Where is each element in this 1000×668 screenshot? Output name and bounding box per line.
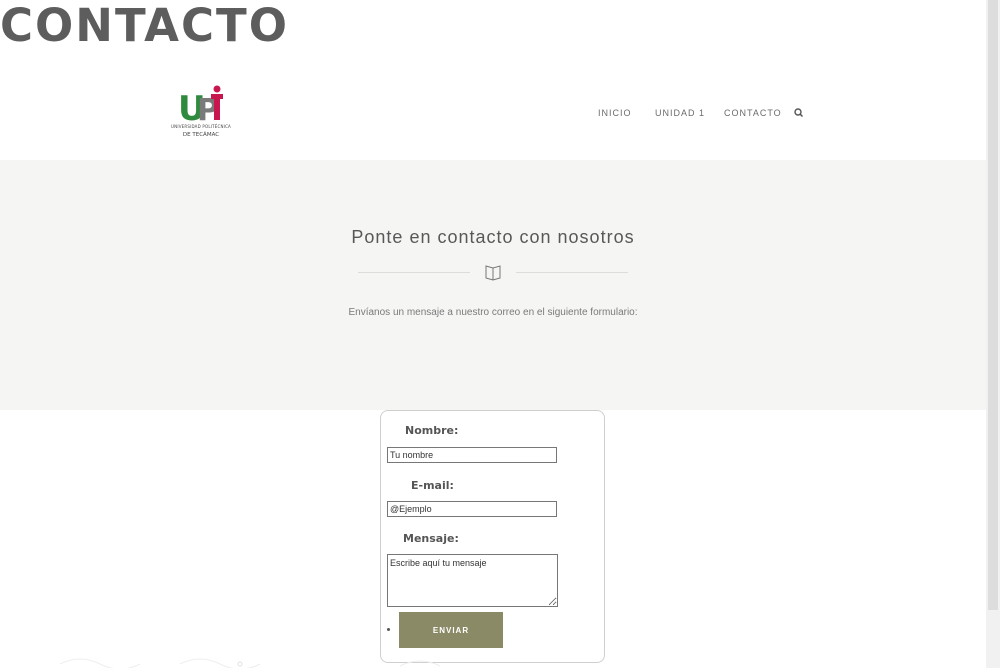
name-field[interactable] [387,447,557,463]
message-field[interactable] [387,554,558,607]
scrollbar-thumb[interactable] [988,0,998,610]
book-icon [484,263,502,281]
scrollbar[interactable] [986,0,1000,668]
upt-logo-mark: U P [178,85,223,124]
send-button[interactable]: ENVIAR [399,612,503,648]
hero-title: Ponte en contacto con nosotros [351,227,635,247]
nav-item-inicio[interactable]: INICIO [598,108,632,118]
divider-right [516,272,628,273]
message-label: Mensaje: [403,532,459,545]
contact-hero: Ponte en contacto con nosotros Envíanos … [0,160,986,410]
decorative-pattern [60,658,441,668]
divider-left [358,272,470,273]
email-label: E-mail: [411,479,454,492]
hero-description: Envíanos un mensaje a nuestro correo en … [348,307,638,318]
bullet-dot [387,628,390,631]
name-label: Nombre: [405,424,459,437]
page-title: CONTACTO [0,0,289,52]
contact-form: Nombre: E-mail: Mensaje: ENVIAR [380,410,605,663]
nav-item-unidad-1[interactable]: UNIDAD 1 [655,108,705,118]
nav-item-contacto[interactable]: CONTACTO [724,108,782,118]
logo-subtitle-line2: DE TECÁMAC [182,132,220,138]
search-icon[interactable] [793,106,805,118]
email-field[interactable] [387,501,557,517]
logo-subtitle-line1: UNIVERSIDAD POLITÉCNICA [171,124,231,129]
site-logo[interactable]: U P UNIVERSIDAD POLITÉCNICA DE TECÁMAC [168,84,234,144]
